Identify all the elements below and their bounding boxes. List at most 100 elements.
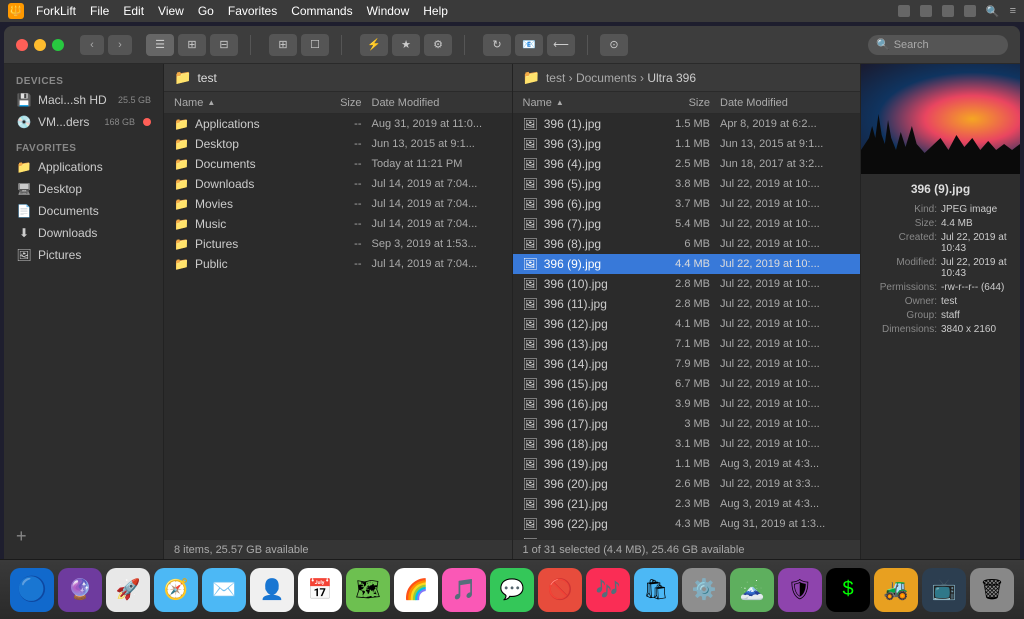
sidebar-item-documents[interactable]: 📄 Documents bbox=[4, 200, 163, 222]
dock-forklift[interactable]: 🚜 bbox=[874, 568, 918, 612]
menu-go[interactable]: Go bbox=[198, 4, 214, 18]
right-file-row[interactable]: 🖼 396 (9).jpg 4.4 MB Jul 22, 2019 at 10:… bbox=[513, 254, 861, 274]
left-file-row[interactable]: 📁 Movies -- Jul 14, 2019 at 7:04... bbox=[164, 194, 512, 214]
left-col-date[interactable]: Date Modified bbox=[362, 97, 502, 109]
right-file-row[interactable]: 🖼 396 (15).jpg 6.7 MB Jul 22, 2019 at 10… bbox=[513, 374, 861, 394]
dock-siri[interactable]: 🔮 bbox=[58, 568, 102, 612]
dock-shield[interactable]: 🛡 bbox=[778, 568, 822, 612]
file-size: 3.9 MB bbox=[640, 398, 710, 410]
sync-button[interactable]: ↻ bbox=[483, 34, 511, 56]
menu-help[interactable]: Help bbox=[423, 4, 448, 18]
menu-file[interactable]: File bbox=[90, 4, 109, 18]
right-col-date[interactable]: Date Modified bbox=[710, 97, 850, 109]
left-file-row[interactable]: 📁 Music -- Jul 14, 2019 at 7:04... bbox=[164, 214, 512, 234]
left-col-size[interactable]: Size bbox=[292, 97, 362, 109]
dock-maps[interactable]: 🗺 bbox=[346, 568, 390, 612]
sidebar-device-macintosh[interactable]: 💾 Maci...sh HD 25.5 GB bbox=[4, 89, 163, 111]
left-file-row[interactable]: 📁 Desktop -- Jun 13, 2015 at 9:1... bbox=[164, 134, 512, 154]
dock-music[interactable]: 🎶 bbox=[586, 568, 630, 612]
dock-calendar[interactable]: 📅 bbox=[298, 568, 342, 612]
menu-favorites[interactable]: Favorites bbox=[228, 4, 277, 18]
close-button[interactable] bbox=[16, 39, 28, 51]
menu-edit[interactable]: Edit bbox=[123, 4, 144, 18]
right-file-row[interactable]: 🖼 396 (20).jpg 2.6 MB Jul 22, 2019 at 3:… bbox=[513, 474, 861, 494]
forward-button[interactable]: › bbox=[108, 35, 132, 55]
settings-button[interactable]: ⚙ bbox=[424, 34, 452, 56]
right-file-row[interactable]: 🖼 396 (5).jpg 3.8 MB Jul 22, 2019 at 10:… bbox=[513, 174, 861, 194]
new-folder-button[interactable]: ☐ bbox=[301, 34, 329, 56]
dock-launchpad[interactable]: 🚀 bbox=[106, 568, 150, 612]
menu-view[interactable]: View bbox=[158, 4, 184, 18]
sidebar-item-applications[interactable]: 📁 Applications bbox=[4, 156, 163, 178]
dock-photos[interactable]: 🌈 bbox=[394, 568, 438, 612]
dock-contacts[interactable]: 👤 bbox=[250, 568, 294, 612]
back-button[interactable]: ‹ bbox=[80, 35, 104, 55]
right-file-row[interactable]: 🖼 396 (18).jpg 3.1 MB Jul 22, 2019 at 10… bbox=[513, 434, 861, 454]
right-col-name[interactable]: Name ▲ bbox=[523, 97, 641, 109]
right-file-row[interactable]: 🖼 396 (8).jpg 6 MB Jul 22, 2019 at 10:..… bbox=[513, 234, 861, 254]
right-file-row[interactable]: 🖼 396 (13).jpg 7.1 MB Jul 22, 2019 at 10… bbox=[513, 334, 861, 354]
left-file-row[interactable]: 📁 Pictures -- Sep 3, 2019 at 1:53... bbox=[164, 234, 512, 254]
right-file-row[interactable]: 🖼 396 (11).jpg 2.8 MB Jul 22, 2019 at 10… bbox=[513, 294, 861, 314]
lightning-button[interactable]: ⚡ bbox=[360, 34, 388, 56]
preview-size-value: 4.4 MB bbox=[941, 218, 1012, 229]
sidebar-item-desktop[interactable]: 🖥 Desktop bbox=[4, 178, 163, 200]
file-date: Jul 22, 2019 at 3:3... bbox=[710, 478, 850, 490]
column-view-btn2[interactable]: ⊞ bbox=[269, 34, 297, 56]
dock-screen[interactable]: 📺 bbox=[922, 568, 966, 612]
sidebar-item-downloads[interactable]: ⬇ Downloads bbox=[4, 222, 163, 244]
right-file-row[interactable]: 🖼 396 (22).jpg 4.3 MB Aug 31, 2019 at 1:… bbox=[513, 514, 861, 534]
file-date: Aug 31, 2019 at 11:0... bbox=[362, 118, 502, 130]
dock-trash[interactable]: 🗑 bbox=[970, 568, 1014, 612]
right-file-row[interactable]: 🖼 396 (3).jpg 1.1 MB Jun 13, 2015 at 9:1… bbox=[513, 134, 861, 154]
menu-commands[interactable]: Commands bbox=[291, 4, 352, 18]
upload-button[interactable]: ⊙ bbox=[600, 34, 628, 56]
dock-systemprefs[interactable]: ⚙️ bbox=[682, 568, 726, 612]
left-col-name[interactable]: Name ▲ bbox=[174, 97, 292, 109]
dock-itunes[interactable]: 🎵 bbox=[442, 568, 486, 612]
file-date: Jun 13, 2015 at 9:1... bbox=[362, 138, 502, 150]
dock-safari[interactable]: 🧭 bbox=[154, 568, 198, 612]
menu-forklift[interactable]: ForkLift bbox=[36, 4, 76, 18]
share-button[interactable]: ⟵ bbox=[547, 34, 575, 56]
file-name: 396 (3).jpg bbox=[544, 137, 640, 151]
right-file-row[interactable]: 🖼 396 (12).jpg 4.1 MB Jul 22, 2019 at 10… bbox=[513, 314, 861, 334]
dock-do-not-disturb[interactable]: 🚫 bbox=[538, 568, 582, 612]
search-box[interactable]: 🔍 Search bbox=[868, 35, 1008, 55]
right-file-row[interactable]: 🖼 396 (19).jpg 1.1 MB Aug 3, 2019 at 4:3… bbox=[513, 454, 861, 474]
right-file-row[interactable]: 🖼 396 (10).jpg 2.8 MB Jul 22, 2019 at 10… bbox=[513, 274, 861, 294]
right-file-row[interactable]: 🖼 396 (16).jpg 3.9 MB Jul 22, 2019 at 10… bbox=[513, 394, 861, 414]
right-file-row[interactable]: 🖼 396 (17).jpg 3 MB Jul 22, 2019 at 10:.… bbox=[513, 414, 861, 434]
dock-maps2[interactable]: 🗻 bbox=[730, 568, 774, 612]
dock-finder[interactable]: 🔵 bbox=[10, 568, 54, 612]
right-file-row[interactable]: 🖼 396 (4).jpg 2.5 MB Jun 18, 2017 at 3:2… bbox=[513, 154, 861, 174]
dock-messages[interactable]: 💬 bbox=[490, 568, 534, 612]
menu-window[interactable]: Window bbox=[367, 4, 410, 18]
right-file-row[interactable]: 🖼 396 (7).jpg 5.4 MB Jul 22, 2019 at 10:… bbox=[513, 214, 861, 234]
icon-view-button[interactable]: ⊟ bbox=[210, 34, 238, 56]
column-view-button[interactable]: ⊞ bbox=[178, 34, 206, 56]
maximize-button[interactable] bbox=[52, 39, 64, 51]
sidebar-device-vm[interactable]: 💿 VM...ders 168 GB bbox=[4, 111, 163, 133]
left-file-row[interactable]: 📁 Downloads -- Jul 14, 2019 at 7:04... bbox=[164, 174, 512, 194]
left-file-row[interactable]: 📁 Applications -- Aug 31, 2019 at 11:0..… bbox=[164, 114, 512, 134]
file-size: 1.1 MB bbox=[640, 138, 710, 150]
right-file-row[interactable]: 🖼 396 (14).jpg 7.9 MB Jul 22, 2019 at 10… bbox=[513, 354, 861, 374]
star-button[interactable]: ★ bbox=[392, 34, 420, 56]
add-button[interactable]: + bbox=[4, 522, 163, 551]
sidebar-item-pictures[interactable]: 🖼 Pictures bbox=[4, 244, 163, 266]
minimize-button[interactable] bbox=[34, 39, 46, 51]
preview-image bbox=[861, 64, 1020, 174]
dock-appstore[interactable]: 🛍 bbox=[634, 568, 678, 612]
left-file-row[interactable]: 📁 Public -- Jul 14, 2019 at 7:04... bbox=[164, 254, 512, 274]
right-file-row[interactable]: 🖼 396 (21).jpg 2.3 MB Aug 3, 2019 at 4:3… bbox=[513, 494, 861, 514]
left-file-row[interactable]: 📁 Documents -- Today at 11:21 PM bbox=[164, 154, 512, 174]
right-file-row[interactable]: 🖼 396 (6).jpg 3.7 MB Jul 22, 2019 at 10:… bbox=[513, 194, 861, 214]
right-col-size[interactable]: Size bbox=[640, 97, 710, 109]
list-view-button[interactable]: ☰ bbox=[146, 34, 174, 56]
dock-mail[interactable]: ✉️ bbox=[202, 568, 246, 612]
right-file-row[interactable]: 🖼 396 (1).jpg 1.5 MB Apr 8, 2019 at 6:2.… bbox=[513, 114, 861, 134]
toolbar-separator-2 bbox=[341, 35, 342, 55]
connect-button[interactable]: 📧 bbox=[515, 34, 543, 56]
dock-terminal[interactable]: $ bbox=[826, 568, 870, 612]
